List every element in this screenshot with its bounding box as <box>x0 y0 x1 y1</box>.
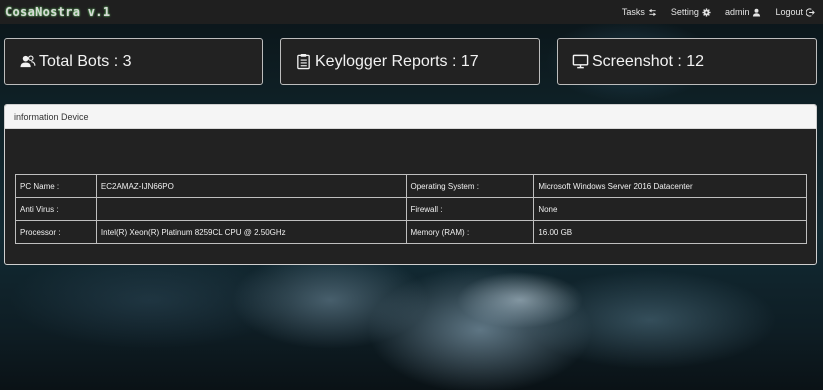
users-icon <box>20 55 36 68</box>
nav-setting-label: Setting <box>670 7 699 17</box>
processor-value: Intel(R) Xeon(R) Platinum 8259CL CPU @ 2… <box>95 220 407 244</box>
clipboard-icon <box>297 53 310 70</box>
table-row: PC Name : EC2AMAZ-IJN66PO Operating Syst… <box>15 174 807 198</box>
nav-tasks-link[interactable]: Tasks <box>622 7 657 17</box>
total-bots-label: Total Bots : 3 <box>39 52 132 70</box>
nav-admin-label: admin <box>724 7 750 17</box>
operating-system-value: Microsoft Windows Server 2016 Datacenter <box>533 174 807 198</box>
brand-logo[interactable]: CosaNostra v.1 <box>5 5 110 19</box>
gear-icon <box>702 7 711 17</box>
pc-name-value: EC2AMAZ-IJN66PO <box>95 174 407 198</box>
table-row: Anti Virus : Firewall : None <box>15 197 807 221</box>
screenshot-card: Screenshot : 12 <box>557 38 817 85</box>
operating-system-label: Operating System : <box>405 174 535 198</box>
nav-links: Tasks Setting admin Logout <box>622 7 815 17</box>
nav-logout-link[interactable]: Logout <box>775 7 815 17</box>
processor-label: Processor : <box>15 220 97 244</box>
nav-setting-link[interactable]: Setting <box>671 7 711 17</box>
memory-label: Memory (RAM) : <box>405 220 535 244</box>
logout-icon <box>806 7 815 17</box>
nav-logout-label: Logout <box>775 7 803 17</box>
anti-virus-label: Anti Virus : <box>15 197 97 221</box>
screenshot-label: Screenshot : 12 <box>592 52 705 70</box>
monitor-icon <box>572 54 589 69</box>
firewall-label: Firewall : <box>405 197 535 221</box>
nav-admin-link[interactable]: admin <box>725 7 762 17</box>
memory-value: 16.00 GB <box>533 220 807 244</box>
nav-tasks-label: Tasks <box>621 7 645 17</box>
top-navbar: CosaNostra v.1 Tasks Setting admin Logou… <box>0 0 823 24</box>
user-icon <box>753 8 761 17</box>
tasks-icon <box>648 8 657 16</box>
device-info-panel: information Device PC Name : EC2AMAZ-IJN… <box>4 104 817 265</box>
anti-virus-value <box>95 197 407 221</box>
keylogger-reports-card: Keylogger Reports : 17 <box>280 38 540 85</box>
device-info-table: PC Name : EC2AMAZ-IJN66PO Operating Syst… <box>15 174 807 244</box>
firewall-value: None <box>533 197 807 221</box>
panel-heading: information Device <box>5 105 816 129</box>
keylogger-reports-label: Keylogger Reports : 17 <box>315 52 479 70</box>
pc-name-label: PC Name : <box>15 174 97 198</box>
total-bots-card: Total Bots : 3 <box>4 38 263 85</box>
table-row: Processor : Intel(R) Xeon(R) Platinum 82… <box>15 220 807 244</box>
